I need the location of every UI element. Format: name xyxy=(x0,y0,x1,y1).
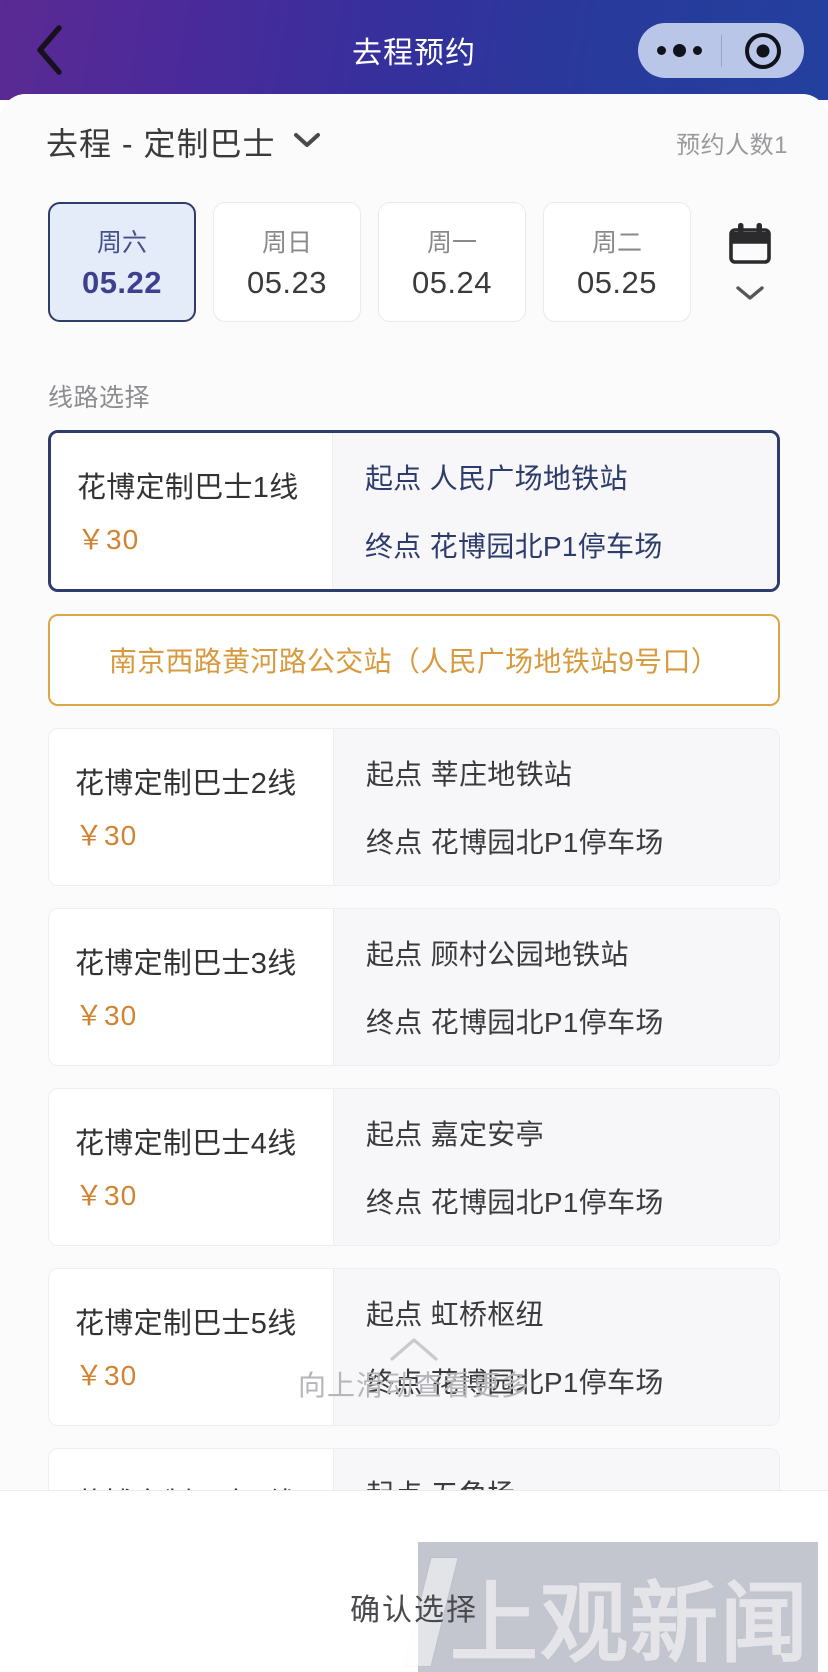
route-card-1[interactable]: 花博定制巴士2线 ￥30 起点 莘庄地铁站 终点 花博园北P1停车场 xyxy=(48,728,780,886)
date-tab-date: 05.22 xyxy=(81,265,163,300)
routes-list[interactable]: 花博定制巴士1线 ￥30 起点 人民广场地铁站 终点 花博园北P1停车场 南京西… xyxy=(0,430,828,1490)
bottom-action-bar: 确认选择 上观新闻 xyxy=(0,1490,828,1672)
route-card-info: 花博定制巴士3线 ￥30 xyxy=(49,909,333,1065)
route-price: ￥30 xyxy=(75,1180,138,1211)
date-tab-3[interactable]: 周二 05.25 xyxy=(543,202,691,322)
route-card-info: 花博定制巴士6线 ￥30 xyxy=(49,1449,333,1490)
watermark-text: 上观新闻 xyxy=(449,1574,810,1672)
date-tab-0[interactable]: 周六 05.22 xyxy=(48,202,196,322)
route-card-info: 花博定制巴士2线 ￥30 xyxy=(49,729,333,885)
date-tab-weekday: 周一 xyxy=(426,229,477,257)
route-card-endpoints: 起点 五角场 终点 花博园北P1停车场 xyxy=(333,1449,779,1490)
date-tab-date: 05.24 xyxy=(411,265,493,300)
route-card-3[interactable]: 花博定制巴士4线 ￥30 起点 嘉定安亭 终点 花博园北P1停车场 xyxy=(48,1088,780,1246)
date-tab-weekday: 周六 xyxy=(96,229,147,257)
route-card-0[interactable]: 花博定制巴士1线 ￥30 起点 人民广场地铁站 终点 花博园北P1停车场 xyxy=(48,430,780,592)
route-origin: 起点 人民广场地铁站 xyxy=(365,463,628,494)
route-card-5[interactable]: 花博定制巴士6线 ￥30 起点 五角场 终点 花博园北P1停车场 xyxy=(48,1448,780,1490)
route-origin: 起点 莘庄地铁站 xyxy=(366,759,573,790)
more-dots-icon[interactable] xyxy=(638,44,721,57)
date-tab-weekday: 周日 xyxy=(261,229,312,257)
date-tab-date: 05.25 xyxy=(576,265,658,300)
watermark-plate xyxy=(418,1542,818,1672)
route-origin: 起点 五角场 xyxy=(366,1473,759,1490)
route-price: ￥30 xyxy=(77,524,140,555)
route-name: 花博定制巴士3线 xyxy=(75,948,297,980)
route-origin: 起点 虹桥枢纽 xyxy=(366,1299,544,1330)
route-destination: 终点 花博园北P1停车场 xyxy=(365,531,663,562)
target-circle-icon[interactable] xyxy=(722,31,805,71)
chevron-left-icon xyxy=(33,24,67,76)
route-origin: 起点 嘉定安亭 xyxy=(366,1119,544,1150)
route-name: 花博定制巴士1线 xyxy=(77,472,299,504)
trip-type-header: 去程 - 定制巴士 预约人数1 xyxy=(0,94,828,190)
back-button[interactable] xyxy=(22,22,78,78)
route-origin: 起点 顾村公园地铁站 xyxy=(366,939,629,970)
date-selector-row: 周六 05.22 周日 05.23 周一 05.24 周二 05.25 周三 xyxy=(0,190,828,350)
route-price: ￥30 xyxy=(75,1360,138,1391)
trip-type-selector[interactable]: 去程 - 定制巴士 xyxy=(46,119,321,165)
route-card-endpoints: 起点 嘉定安亭 终点 花博园北P1停车场 xyxy=(333,1089,779,1245)
route-name: 花博定制巴士2线 xyxy=(75,768,297,800)
navigation-bar: 去程预约 xyxy=(0,0,828,100)
wechat-capsule-bar xyxy=(638,23,804,78)
route-destination: 终点 花博园北P1停车场 xyxy=(366,1367,664,1398)
date-tab-date: 05.23 xyxy=(246,265,328,300)
route-price: ￥30 xyxy=(75,1000,138,1031)
trip-type-label: 去程 - 定制巴士 xyxy=(46,126,276,162)
calendar-picker-button[interactable] xyxy=(702,208,798,320)
route-destination: 终点 花博园北P1停车场 xyxy=(366,1007,664,1038)
route-card-info: 花博定制巴士5线 ￥30 xyxy=(49,1269,333,1425)
date-scroller[interactable]: 周六 05.22 周日 05.23 周一 05.24 周二 05.25 周三 xyxy=(0,202,698,334)
calendar-icon xyxy=(727,221,773,272)
route-card-endpoints: 起点 莘庄地铁站 终点 花博园北P1停车场 xyxy=(333,729,779,885)
route-price: ￥30 xyxy=(75,820,138,851)
date-tab-1[interactable]: 周日 05.23 xyxy=(213,202,361,322)
content-sheet: 去程 - 定制巴士 预约人数1 周六 05.22 周日 05.23 周一 05.… xyxy=(0,94,828,1672)
route-card-4[interactable]: 花博定制巴士5线 ￥30 起点 虹桥枢纽 终点 花博园北P1停车场 xyxy=(48,1268,780,1426)
route-name: 花博定制巴士5线 xyxy=(75,1308,297,1340)
confirm-selection-button[interactable]: 确认选择 xyxy=(350,1585,478,1629)
boarding-station-note[interactable]: 南京西路黄河路公交站（人民广场地铁站9号口） xyxy=(48,614,780,706)
route-card-info: 花博定制巴士4线 ￥30 xyxy=(49,1089,333,1245)
route-card-endpoints: 起点 虹桥枢纽 终点 花博园北P1停车场 xyxy=(333,1269,779,1425)
date-tab-weekday: 周二 xyxy=(591,229,642,257)
route-card-endpoints: 起点 顾村公园地铁站 终点 花博园北P1停车场 xyxy=(333,909,779,1065)
app-root: 去程预约 去程 - 定制巴士 预约人数1 周六 05.22 周日 05.23 周… xyxy=(0,0,828,1672)
route-destination: 终点 花博园北P1停车场 xyxy=(366,827,664,858)
route-name: 花博定制巴士6线 xyxy=(75,1480,333,1490)
route-name: 花博定制巴士4线 xyxy=(75,1128,297,1160)
route-card-2[interactable]: 花博定制巴士3线 ￥30 起点 顾村公园地铁站 终点 花博园北P1停车场 xyxy=(48,908,780,1066)
chevron-down-icon xyxy=(735,284,765,307)
date-tab-2[interactable]: 周一 05.24 xyxy=(378,202,526,322)
route-card-endpoints: 起点 人民广场地铁站 终点 花博园北P1停车场 xyxy=(332,433,777,589)
routes-section-label: 线路选择 xyxy=(48,384,151,412)
chevron-down-icon xyxy=(293,131,321,154)
passenger-count[interactable]: 预约人数1 xyxy=(676,125,788,160)
route-destination: 终点 花博园北P1停车场 xyxy=(366,1187,664,1218)
route-card-info: 花博定制巴士1线 ￥30 xyxy=(51,433,332,589)
